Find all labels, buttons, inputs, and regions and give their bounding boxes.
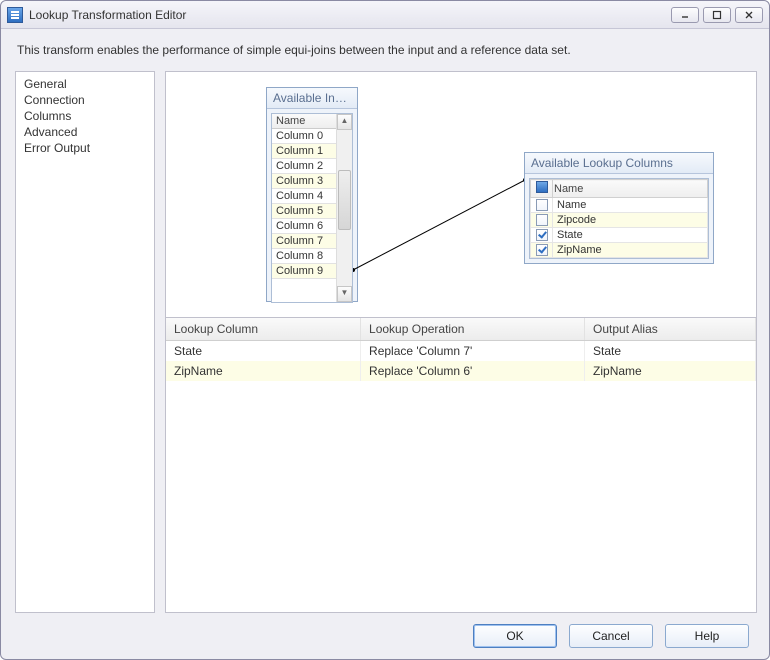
input-column-row[interactable]: Column 6 (272, 219, 336, 234)
scroll-up-button[interactable]: ▲ (337, 114, 352, 130)
main-panel: Available Inpu… Name Column 0 Column 1 C… (165, 71, 757, 613)
lookup-column-label: State (553, 228, 708, 243)
lookup-name-header[interactable]: Name (553, 180, 708, 198)
grid-cell-output-alias[interactable]: State (585, 341, 756, 362)
dialog-description: This transform enables the performance o… (1, 29, 769, 71)
grid-cell-output-alias[interactable]: ZipName (585, 361, 756, 381)
lookup-columns-table: Name Name Zipcode (530, 179, 708, 258)
window-controls (671, 7, 763, 23)
scroll-track[interactable] (337, 130, 352, 286)
input-column-row[interactable]: Column 7 (272, 234, 336, 249)
mapping-canvas: Available Inpu… Name Column 0 Column 1 C… (166, 72, 756, 317)
checkbox[interactable] (536, 244, 548, 256)
lookup-check-all-header[interactable] (531, 180, 553, 198)
input-column-row[interactable]: Column 0 (272, 129, 336, 144)
input-columns-title: Available Inpu… (267, 88, 357, 109)
lookup-columns-body: Name Name Zipcode (529, 178, 709, 259)
check-all-icon (536, 181, 548, 193)
sidebar-item-columns[interactable]: Columns (16, 108, 154, 124)
grid-cell-lookup-operation[interactable]: Replace 'Column 6' (361, 361, 585, 381)
grid-header-output-alias[interactable]: Output Alias (585, 318, 756, 341)
input-column-row[interactable]: Column 5 (272, 204, 336, 219)
app-icon (7, 7, 23, 23)
cancel-button[interactable]: Cancel (569, 624, 653, 648)
dialog-footer: OK Cancel Help (1, 613, 769, 659)
close-button[interactable] (735, 7, 763, 23)
grid-cell-lookup-column[interactable]: ZipName (166, 361, 361, 381)
grid-row[interactable]: ZipName Replace 'Column 6' ZipName (166, 361, 756, 381)
lookup-column-row[interactable]: Zipcode (531, 213, 708, 228)
grid-cell-lookup-column[interactable]: State (166, 341, 361, 362)
input-column-row[interactable]: Column 4 (272, 189, 336, 204)
dialog-window: Lookup Transformation Editor This transf… (0, 0, 770, 660)
input-column-row[interactable]: Column 9 (272, 264, 336, 279)
checkbox[interactable] (536, 214, 548, 226)
mapping-connector (353, 172, 533, 272)
scroll-thumb[interactable] (338, 170, 351, 230)
input-columns-name-header[interactable]: Name (272, 114, 336, 129)
sidebar-item-connection[interactable]: Connection (16, 92, 154, 108)
sidebar-item-general[interactable]: General (16, 76, 154, 92)
lookup-column-row[interactable]: Name (531, 198, 708, 213)
lookup-column-row[interactable]: State (531, 228, 708, 243)
available-input-columns-box[interactable]: Available Inpu… Name Column 0 Column 1 C… (266, 87, 358, 302)
grid-header-lookup-column[interactable]: Lookup Column (166, 318, 361, 341)
input-column-row[interactable]: Column 8 (272, 249, 336, 264)
lookup-column-label: ZipName (553, 243, 708, 258)
ok-button[interactable]: OK (473, 624, 557, 648)
input-columns-scrollbar[interactable]: ▲ ▼ (336, 114, 352, 302)
maximize-button[interactable] (703, 7, 731, 23)
sidebar: General Connection Columns Advanced Erro… (15, 71, 155, 613)
mapping-grid: Lookup Column Lookup Operation Output Al… (166, 317, 756, 381)
title-bar: Lookup Transformation Editor (1, 1, 769, 29)
scroll-down-button[interactable]: ▼ (337, 286, 352, 302)
lookup-column-row[interactable]: ZipName (531, 243, 708, 258)
input-columns-body: Name Column 0 Column 1 Column 2 Column 3… (271, 113, 353, 303)
checkbox[interactable] (536, 229, 548, 241)
available-lookup-columns-box[interactable]: Available Lookup Columns Name Name (524, 152, 714, 264)
lookup-column-label: Name (553, 198, 708, 213)
content-area: General Connection Columns Advanced Erro… (1, 71, 769, 613)
grid-row[interactable]: State Replace 'Column 7' State (166, 341, 756, 362)
window-title: Lookup Transformation Editor (29, 8, 671, 22)
grid-header-lookup-operation[interactable]: Lookup Operation (361, 318, 585, 341)
minimize-button[interactable] (671, 7, 699, 23)
grid-header-row: Lookup Column Lookup Operation Output Al… (166, 318, 756, 341)
sidebar-item-advanced[interactable]: Advanced (16, 124, 154, 140)
help-button[interactable]: Help (665, 624, 749, 648)
checkbox[interactable] (536, 199, 548, 211)
grid-cell-lookup-operation[interactable]: Replace 'Column 7' (361, 341, 585, 362)
sidebar-item-error-output[interactable]: Error Output (16, 140, 154, 156)
lookup-columns-title: Available Lookup Columns (525, 153, 713, 174)
input-column-row[interactable]: Column 2 (272, 159, 336, 174)
input-column-row[interactable]: Column 3 (272, 174, 336, 189)
lookup-column-label: Zipcode (553, 213, 708, 228)
input-column-row[interactable]: Column 1 (272, 144, 336, 159)
